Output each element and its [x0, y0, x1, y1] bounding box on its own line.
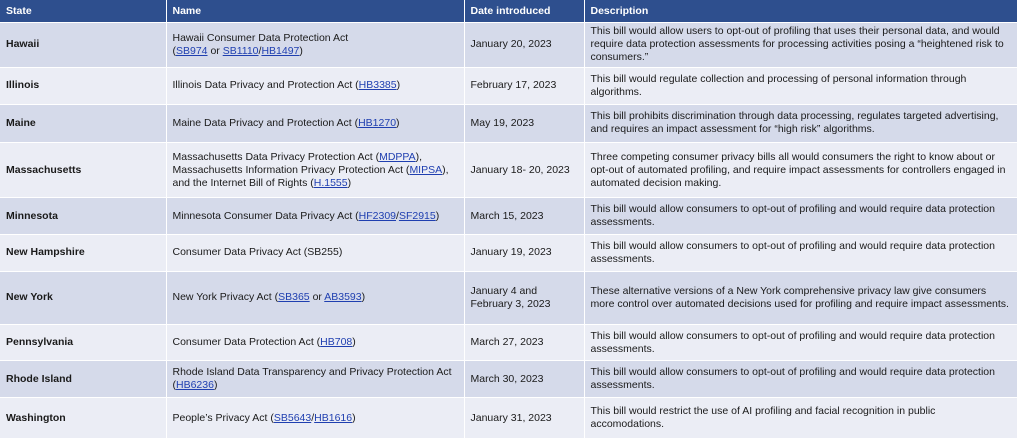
bill-name-text: Minnesota Consumer Data Privacy Act (	[172, 209, 359, 222]
description-cell: Three competing consumer privacy bills a…	[584, 142, 1017, 199]
description-cell: This bill would allow consumers to opt-o…	[584, 360, 1017, 399]
bill-link[interactable]: SB974	[176, 45, 208, 57]
bill-name-text: Massachusetts Data Privacy Protection Ac…	[172, 150, 380, 163]
bill-link[interactable]: SB5643	[274, 412, 311, 424]
bill-name-text: or	[309, 291, 325, 304]
bill-name-text: New York Privacy Act (	[172, 291, 279, 304]
bill-link[interactable]: SB365	[278, 291, 310, 303]
table-header-row: State Name Date introduced Description	[0, 0, 1017, 23]
header-description: Description	[584, 0, 1017, 23]
bill-name-text: Massachusetts Information Privacy Protec…	[172, 163, 410, 176]
table-row: Rhode Island Rhode Island Data Transparen…	[0, 360, 1017, 399]
bill-name-cell: New York Privacy Act (SB365 or AB3593)	[166, 271, 465, 325]
state-cell: New York	[0, 271, 167, 325]
description-cell: This bill would allow users to opt-out o…	[584, 22, 1017, 68]
bill-name-cell: People’s Privacy Act (SB5643/HB1616)	[166, 397, 465, 439]
bill-name-text: ),	[415, 150, 423, 163]
table-row: New Hampshire Consumer Data Privacy Act (…	[0, 234, 1017, 272]
state-cell: Pennsylvania	[0, 324, 167, 362]
bill-name-text: Illinois Data Privacy and Protection Act…	[172, 79, 359, 92]
date-introduced-cell: May 19, 2023	[464, 104, 585, 144]
bill-name-text: People’s Privacy Act (	[172, 411, 274, 424]
state-cell: Washington	[0, 397, 167, 439]
bill-name-cell: Illinois Data Privacy and Protection Act…	[166, 67, 465, 105]
bill-name-cell: Maine Data Privacy and Protection Act (H…	[166, 104, 465, 144]
bill-link[interactable]: HB6236	[176, 379, 214, 391]
bill-name-cell: Minnesota Consumer Data Privacy Act (HF2…	[166, 197, 465, 236]
header-name: Name	[166, 0, 465, 23]
bill-name-text: and the Internet Bill of Rights (	[172, 176, 314, 189]
bill-name-text: Hawaii Consumer Data Protection Act	[172, 31, 349, 44]
bill-name-text: )	[396, 79, 401, 92]
bill-name-cell: Rhode Island Data Transparency and Priva…	[166, 360, 465, 399]
bill-name-text: ),	[442, 163, 449, 176]
date-introduced-cell: January 19, 2023	[464, 234, 585, 272]
date-introduced-cell: January 18- 20, 2023	[464, 142, 585, 199]
description-cell: This bill prohibits discrimination throu…	[584, 104, 1017, 144]
description-cell: These alternative versions of a New York…	[584, 271, 1017, 325]
bill-name-text: )	[352, 411, 356, 424]
bill-name-text: )	[396, 116, 400, 129]
bill-name-cell: Massachusetts Data Privacy Protection Ac…	[166, 142, 465, 199]
description-cell: This bill would restrict the use of AI p…	[584, 397, 1017, 439]
header-date-introduced: Date introduced	[464, 0, 585, 23]
bill-link[interactable]: MDPPA	[379, 151, 416, 163]
state-cell: Hawaii	[0, 22, 167, 68]
bill-link[interactable]: MIPSA	[409, 164, 442, 176]
bill-name-text: )	[299, 44, 303, 57]
date-introduced-cell: March 27, 2023	[464, 324, 585, 362]
bill-name-cell: Hawaii Consumer Data Protection Act (SB97…	[166, 22, 465, 68]
bill-link[interactable]: HB1616	[314, 412, 352, 424]
bill-name-text: )	[213, 379, 218, 392]
state-cell: Minnesota	[0, 197, 167, 236]
bill-name-text: )	[361, 291, 366, 304]
date-introduced-cell: January 4 and February 3, 2023	[464, 271, 585, 325]
date-introduced-cell: March 15, 2023	[464, 197, 585, 236]
description-cell: This bill would allow consumers to opt-o…	[584, 234, 1017, 272]
table-row: Illinois Illinois Data Privacy and Protec…	[0, 67, 1017, 105]
table-row: New York New York Privacy Act (SB365 or A…	[0, 271, 1017, 325]
bill-link[interactable]: HB3385	[359, 79, 397, 91]
bill-name-text: Rhode Island Data Transparency and Priva…	[172, 366, 452, 379]
table-row: Pennsylvania Consumer Data Protection Act…	[0, 324, 1017, 362]
description-cell: This bill would allow consumers to opt-o…	[584, 324, 1017, 362]
bill-name-text: )	[352, 336, 356, 349]
bill-link[interactable]: HB1497	[261, 45, 299, 57]
bill-name-cell: Consumer Data Protection Act (HB708)	[166, 324, 465, 362]
table-row: Maine Maine Data Privacy and Protection A…	[0, 104, 1017, 144]
state-cell: Maine	[0, 104, 167, 144]
date-introduced-cell: February 17, 2023	[464, 67, 585, 105]
bill-name-text: )	[435, 209, 440, 222]
header-state: State	[0, 0, 167, 23]
state-cell: New Hampshire	[0, 234, 167, 272]
table-row: Washington People’s Privacy Act (SB5643/H…	[0, 397, 1017, 439]
bill-name-text: or	[207, 44, 223, 57]
bill-link[interactable]: H.1555	[314, 177, 348, 189]
bill-link[interactable]: SF2915	[399, 210, 436, 222]
table-body: Hawaii Hawaii Consumer Data Protection Ac…	[0, 22, 1017, 439]
state-cell: Rhode Island	[0, 360, 167, 399]
table-row: Massachusetts Massachusetts Data Privacy …	[0, 142, 1017, 199]
state-cell: Illinois	[0, 67, 167, 105]
bill-name-text: Consumer Data Privacy Act (SB255)	[172, 246, 343, 259]
bill-name-text: )	[347, 176, 352, 189]
date-introduced-cell: January 31, 2023	[464, 397, 585, 439]
date-introduced-cell: January 20, 2023	[464, 22, 585, 68]
description-cell: This bill would allow consumers to opt-o…	[584, 197, 1017, 236]
bill-name-text: Consumer Data Protection Act (	[172, 336, 321, 349]
table-row: Hawaii Hawaii Consumer Data Protection Ac…	[0, 22, 1017, 68]
bill-link[interactable]: HB708	[320, 336, 352, 348]
description-cell: This bill would regulate collection and …	[584, 67, 1017, 105]
bill-link[interactable]: HB1270	[358, 117, 396, 129]
privacy-bills-table: State Name Date introduced Description H…	[0, 0, 1017, 439]
state-cell: Massachusetts	[0, 142, 167, 199]
bill-name-text: Maine Data Privacy and Protection Act (	[172, 116, 359, 129]
table-row: Minnesota Minnesota Consumer Data Privacy…	[0, 197, 1017, 236]
bill-link[interactable]: AB3593	[324, 291, 361, 303]
bill-name-cell: Consumer Data Privacy Act (SB255)	[166, 234, 465, 272]
bill-link[interactable]: SB1110	[223, 45, 259, 57]
bill-link[interactable]: HF2309	[359, 210, 396, 222]
date-introduced-cell: March 30, 2023	[464, 360, 585, 399]
